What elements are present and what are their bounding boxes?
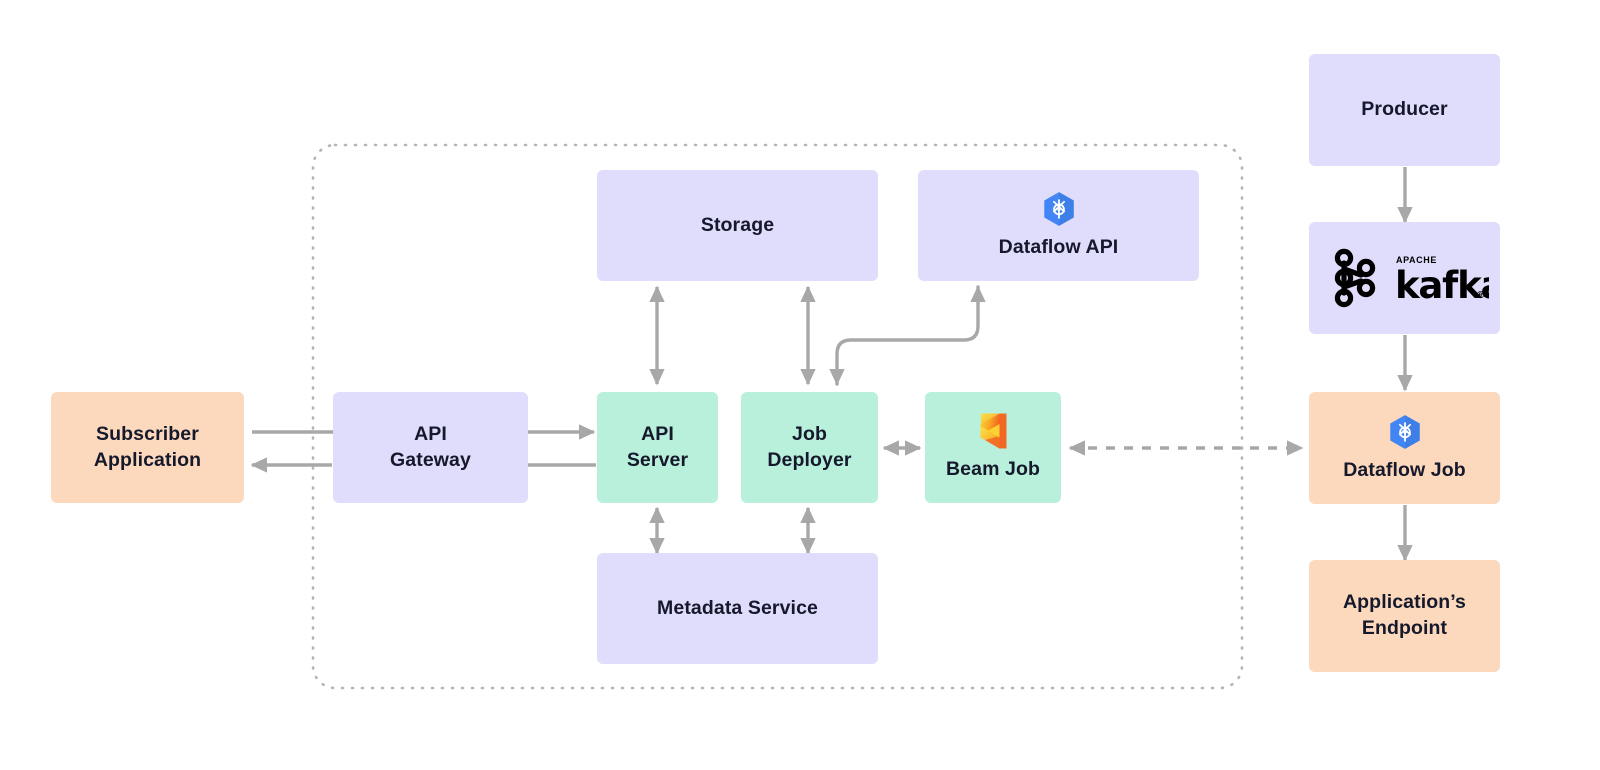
- apache-beam-icon: [978, 412, 1008, 450]
- node-beam-job[interactable]: Beam Job: [925, 392, 1061, 503]
- node-storage[interactable]: Storage: [597, 170, 878, 281]
- node-applications-endpoint-label: Application’s Endpoint: [1342, 591, 1466, 639]
- node-subscriber-application[interactable]: Subscriber Application: [51, 392, 244, 503]
- node-dataflow-api-label: Dataflow API: [998, 236, 1119, 259]
- node-api-server[interactable]: API Server: [597, 392, 718, 503]
- node-api-server-label: API Server: [626, 422, 689, 471]
- node-dataflow-api[interactable]: Dataflow API: [918, 170, 1199, 281]
- node-subscriber-application-label: Subscriber Application: [93, 422, 202, 471]
- architecture-diagram: Subscriber Application API Gateway Stora…: [0, 0, 1600, 770]
- svg-text:®: ®: [1477, 290, 1485, 301]
- node-applications-endpoint[interactable]: Application’s Endpoint: [1309, 560, 1500, 672]
- node-kafka[interactable]: APACHE kafka ®: [1309, 222, 1500, 334]
- node-dataflow-job-label: Dataflow Job: [1343, 458, 1466, 481]
- node-dataflow-job[interactable]: Dataflow Job: [1309, 392, 1500, 504]
- node-metadata-service-label: Metadata Service: [657, 596, 818, 619]
- apache-kafka-logo: APACHE kafka ®: [1321, 247, 1489, 309]
- node-api-gateway[interactable]: API Gateway: [333, 392, 528, 503]
- node-beam-job-label: Beam Job: [946, 458, 1040, 481]
- node-metadata-service[interactable]: Metadata Service: [597, 553, 878, 664]
- node-api-gateway-label: API Gateway: [390, 422, 471, 471]
- node-storage-label: Storage: [700, 213, 775, 236]
- google-cloud-dataflow-icon: [1040, 190, 1078, 228]
- node-job-deployer-label: Job Deployer: [767, 422, 852, 471]
- node-producer-label: Producer: [1361, 98, 1448, 121]
- node-producer[interactable]: Producer: [1309, 54, 1500, 166]
- node-job-deployer[interactable]: Job Deployer: [741, 392, 878, 503]
- google-cloud-dataflow-icon: [1386, 413, 1424, 451]
- edge-jobdeployer-dataflowapi: [829, 285, 986, 386]
- svg-text:kafka: kafka: [1395, 264, 1489, 307]
